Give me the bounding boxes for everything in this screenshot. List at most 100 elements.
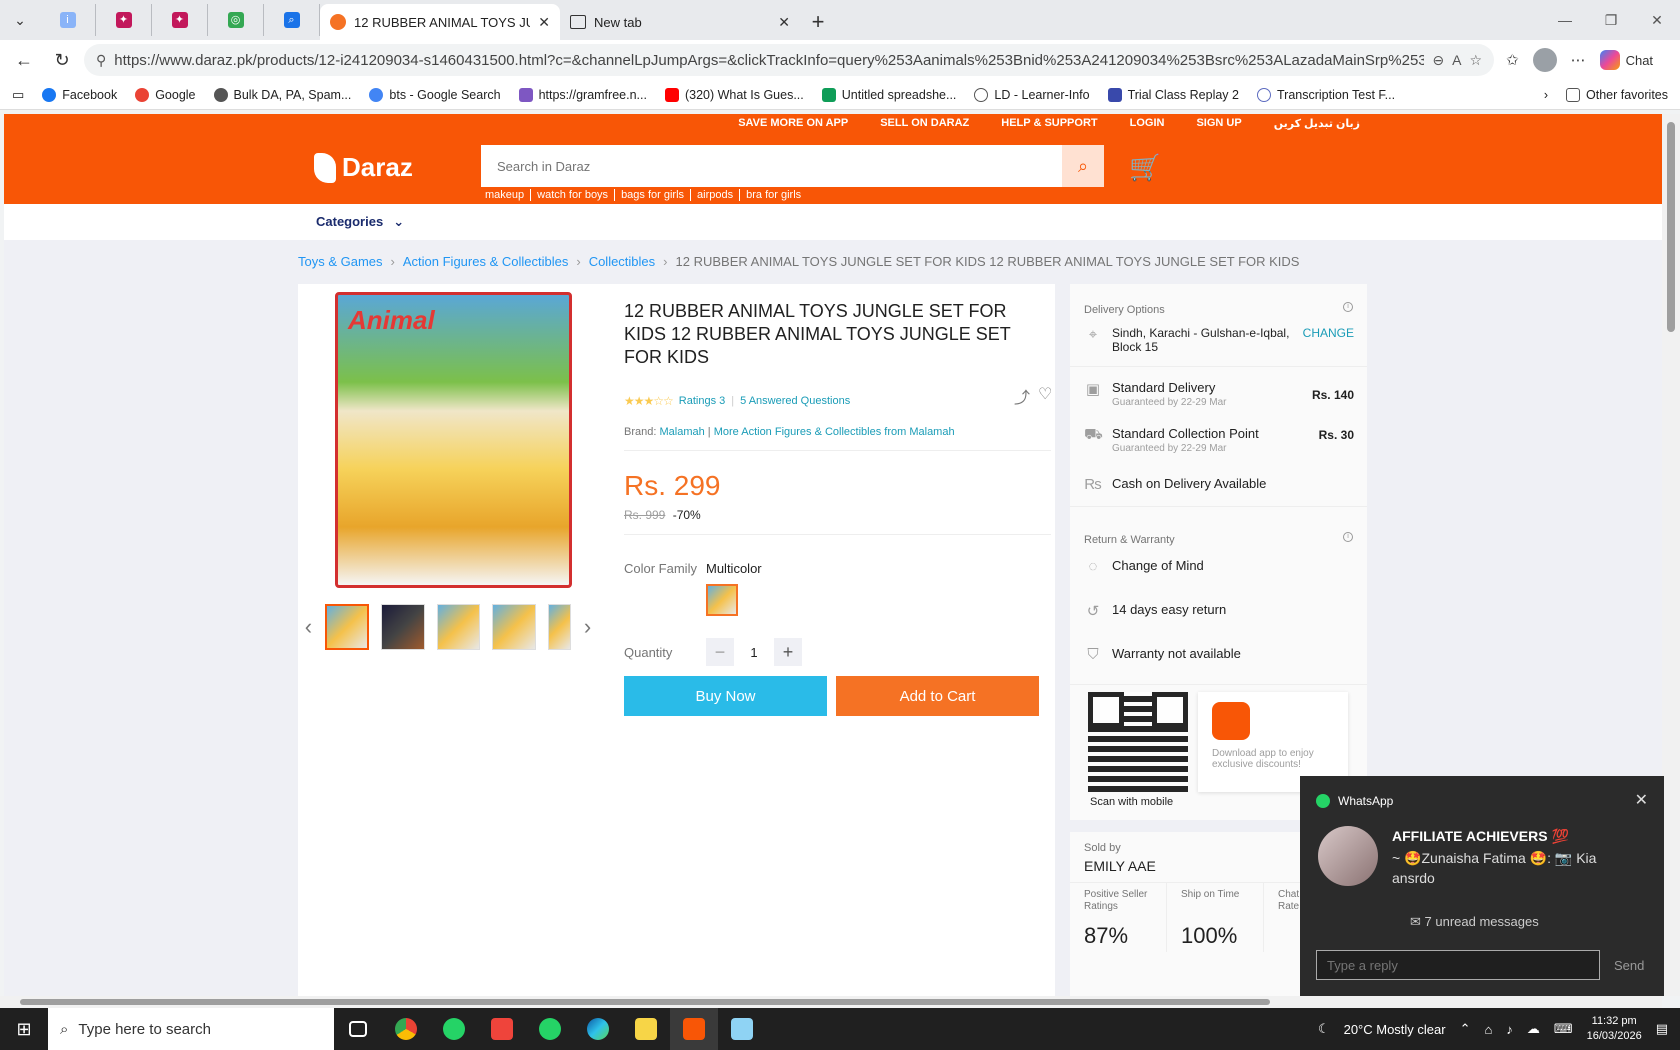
close-tab-icon[interactable]: ✕ [778, 14, 790, 31]
buy-now-button[interactable]: Buy Now [624, 676, 827, 716]
close-tab-icon[interactable]: ✕ [538, 14, 550, 31]
ratings-link[interactable]: Ratings 3 [679, 395, 725, 407]
hotword-airpods[interactable]: airpods [691, 189, 741, 201]
search-input[interactable] [481, 145, 1062, 187]
hotword-bra[interactable]: bra for girls [740, 189, 807, 201]
color-swatch-multicolor[interactable] [706, 584, 738, 616]
other-favorites[interactable]: Other favorites [1566, 87, 1668, 102]
notepad-icon[interactable] [718, 1008, 766, 1050]
new-tab-button[interactable]: + [800, 4, 836, 40]
add-to-cart-button[interactable]: Add to Cart [836, 676, 1039, 716]
bookmark-transcription[interactable]: Transcription Test F... [1256, 87, 1395, 102]
volume-icon[interactable]: ♪ [1506, 1022, 1513, 1037]
profile-avatar[interactable] [1532, 48, 1557, 72]
pinned-tab-1[interactable]: i [40, 4, 96, 36]
tab-actions-menu[interactable]: ⌄ [0, 0, 40, 40]
favorites-icon[interactable]: ✩ [1506, 51, 1519, 69]
pinned-tab-4[interactable]: ◎ [208, 4, 264, 36]
close-icon[interactable]: ✕ [1635, 790, 1648, 810]
change-location-link[interactable]: CHANGE [1303, 326, 1354, 340]
thumbnail-2[interactable] [380, 604, 425, 650]
reply-input[interactable] [1316, 950, 1600, 980]
breadcrumb-action-figures[interactable]: Action Figures & Collectibles [403, 254, 568, 269]
pinned-tab-2[interactable]: ✦ [96, 4, 152, 36]
zoom-icon[interactable]: ⊖ [1432, 52, 1444, 69]
bookmark-bts-search[interactable]: bts - Google Search [369, 87, 501, 102]
topnav-signup[interactable]: SIGN UP [1196, 117, 1241, 130]
bookmark-ld-learner[interactable]: LD - Learner-Info [974, 87, 1090, 102]
minimize-icon[interactable]: — [1542, 0, 1588, 40]
more-from-brand-link[interactable]: More Action Figures & Collectibles from … [714, 426, 955, 438]
bookmark-facebook[interactable]: Facebook [42, 87, 117, 102]
close-window-icon[interactable]: ✕ [1634, 0, 1680, 40]
share-icon[interactable]: ⤴ [1014, 384, 1030, 408]
network-icon[interactable]: ⌂ [1485, 1022, 1493, 1037]
bookmarks-menu-icon[interactable]: ▭ [12, 87, 24, 103]
whatsapp-icon[interactable] [430, 1008, 478, 1050]
thumbnail-3[interactable] [436, 604, 481, 650]
breadcrumb-toys-games[interactable]: Toys & Games [298, 254, 383, 269]
chevron-right-icon[interactable]: › [1544, 88, 1548, 102]
horizontal-scrollbar[interactable] [0, 996, 1662, 1008]
pinned-tab-3[interactable]: ✦ [152, 4, 208, 36]
more-options-icon[interactable]: ⋯ [1571, 51, 1586, 69]
topnav-sell[interactable]: SELL ON DARAZ [880, 117, 969, 130]
increase-quantity-button[interactable]: + [774, 638, 802, 666]
read-aloud-icon[interactable]: A [1452, 52, 1461, 68]
copilot-chat-button[interactable]: Chat [1599, 50, 1653, 70]
sticky-notes-icon[interactable] [622, 1008, 670, 1050]
seller-name[interactable]: EMILY AAE [1084, 858, 1156, 874]
breadcrumb-collectibles[interactable]: Collectibles [589, 254, 655, 269]
product-main-image[interactable]: Animal [335, 292, 572, 588]
search-button[interactable]: ⌕ [1062, 145, 1104, 187]
topnav-language[interactable]: زبان تبدیل کریں [1274, 117, 1360, 130]
bookmark-youtube[interactable]: (320) What Is Gues... [664, 87, 804, 102]
thumbnail-1[interactable] [324, 604, 369, 650]
hotword-watch[interactable]: watch for boys [531, 189, 616, 201]
cart-icon[interactable]: 🛒 [1129, 152, 1161, 183]
topnav-help[interactable]: HELP & SUPPORT [1001, 117, 1097, 130]
favorite-star-icon[interactable]: ☆ [1469, 52, 1482, 69]
info-icon[interactable]: i [1343, 302, 1353, 312]
chrome-icon[interactable] [382, 1008, 430, 1050]
whatsapp-business-icon[interactable] [526, 1008, 574, 1050]
hotword-bags[interactable]: bags for girls [615, 189, 692, 201]
keyboard-icon[interactable]: ⌨ [1554, 1021, 1573, 1037]
bookmark-gramfree[interactable]: https://gramfree.n... [518, 87, 647, 102]
anydesk-icon[interactable] [478, 1008, 526, 1050]
bookmark-trial-class[interactable]: Trial Class Replay 2 [1107, 87, 1239, 102]
taskbar-search[interactable]: ⌕ Type here to search [48, 1008, 334, 1050]
chevron-up-icon[interactable]: ⌃ [1460, 1021, 1471, 1037]
send-button[interactable]: Send [1614, 958, 1644, 973]
topnav-save-more[interactable]: SAVE MORE ON APP [738, 117, 848, 130]
url-text[interactable]: https://www.daraz.pk/products/12-i241209… [114, 52, 1424, 69]
chevron-left-icon[interactable]: ‹ [298, 614, 319, 640]
site-info-icon[interactable]: ⚲ [96, 52, 106, 69]
quantity-value[interactable]: 1 [734, 645, 774, 660]
categories-dropdown[interactable]: Categories ⌄ [316, 214, 404, 230]
bookmark-google[interactable]: Google [135, 87, 196, 102]
restore-icon[interactable]: ❐ [1588, 0, 1634, 40]
brand-link[interactable]: Malamah [659, 426, 704, 438]
tab-daraz-product[interactable]: 12 RUBBER ANIMAL TOYS JUNGLE ✕ [320, 4, 560, 40]
vertical-scrollbar[interactable] [1662, 114, 1680, 996]
hotword-makeup[interactable]: makeup [481, 189, 532, 201]
info-icon[interactable]: i [1343, 532, 1353, 542]
weather-text[interactable]: 20°C Mostly clear [1344, 1022, 1446, 1037]
thumbnail-4[interactable] [492, 604, 537, 650]
decrease-quantity-button[interactable]: − [706, 638, 734, 666]
bookmark-spreadsheet[interactable]: Untitled spreadshe... [821, 87, 956, 102]
wishlist-heart-icon[interactable]: ♡ [1038, 384, 1052, 408]
daraz-logo[interactable]: Daraz [314, 152, 413, 183]
topnav-login[interactable]: LOGIN [1130, 117, 1165, 130]
scroll-thumb[interactable] [1667, 122, 1675, 332]
questions-link[interactable]: 5 Answered Questions [740, 395, 850, 407]
task-view-icon[interactable] [334, 1008, 382, 1050]
tab-new-tab[interactable]: New tab ✕ [560, 4, 800, 40]
address-bar[interactable]: ⚲ https://www.daraz.pk/products/12-i2412… [84, 44, 1494, 76]
scroll-thumb[interactable] [20, 999, 1270, 1005]
cloud-icon[interactable]: ☁ [1527, 1021, 1540, 1037]
notifications-icon[interactable]: ▤ [1656, 1021, 1668, 1037]
bookmark-bulk-da[interactable]: Bulk DA, PA, Spam... [213, 87, 351, 102]
weather-moon-icon[interactable]: ☾ [1318, 1021, 1330, 1037]
